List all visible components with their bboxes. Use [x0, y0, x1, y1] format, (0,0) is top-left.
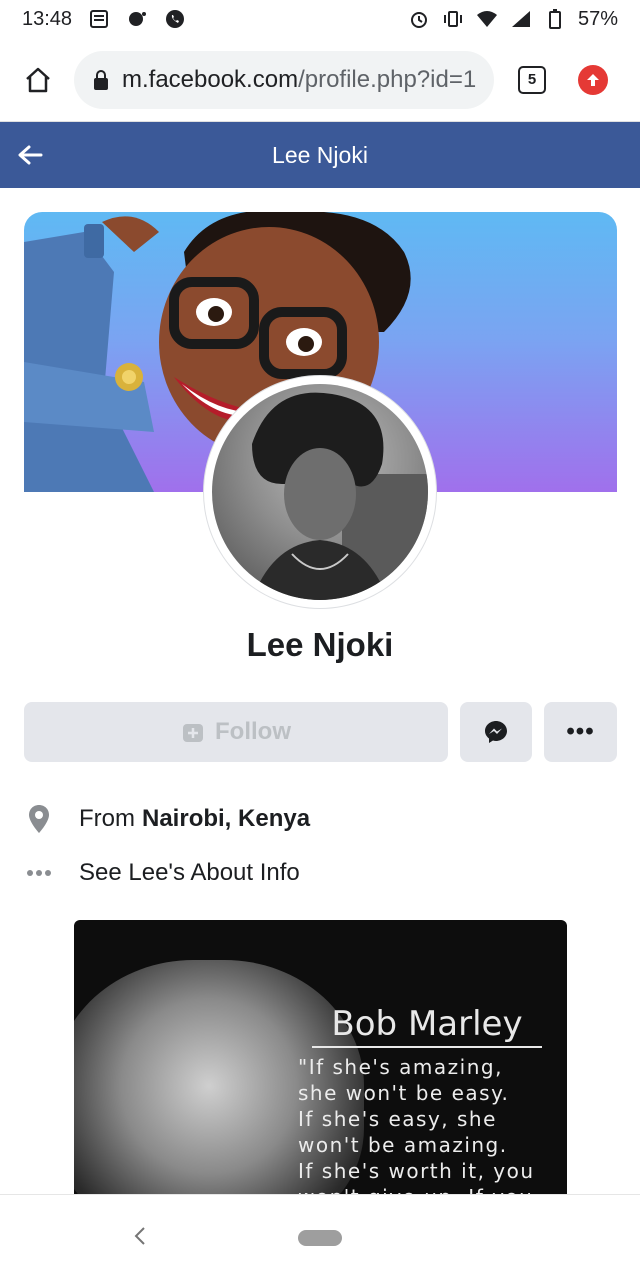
featured-photo[interactable]: Bob Marley "If she's amazing, she won't … [74, 920, 567, 1200]
news-icon [88, 8, 110, 30]
address-bar[interactable]: m.facebook.com/profile.php?id=1 [74, 50, 494, 109]
profile-photo [212, 384, 428, 600]
page-title: Lee Njoki [272, 141, 368, 168]
home-button[interactable] [16, 58, 60, 102]
nav-home-button[interactable] [298, 1229, 342, 1246]
about-info-link[interactable]: See Lee's About Info [79, 859, 300, 887]
update-button[interactable] [578, 64, 608, 95]
tab-switcher-button[interactable]: 5 [518, 65, 546, 94]
browser-toolbar: m.facebook.com/profile.php?id=1 5 [0, 38, 640, 122]
battery-icon [544, 8, 566, 30]
url-text: m.facebook.com/profile.php?id=1 [122, 66, 476, 94]
whatsapp-icon [164, 8, 186, 30]
alarm-icon [408, 8, 430, 30]
battery-percent: 57% [577, 7, 618, 30]
info-about-row[interactable]: See Lee's About Info [24, 851, 617, 895]
arrow-left-icon [18, 145, 43, 165]
wifi-icon [476, 8, 498, 30]
more-options-button[interactable]: ••• [544, 702, 617, 762]
url-host: m.facebook.com [121, 65, 299, 93]
follow-icon [183, 724, 203, 742]
quote-text: "If she's amazing, she won't be easy. If… [298, 1055, 535, 1200]
follow-label: Follow [215, 718, 291, 745]
profile-picture[interactable] [204, 376, 436, 608]
follow-button[interactable]: Follow [24, 702, 448, 762]
profile-actions: Follow ••• [24, 702, 617, 762]
system-nav-bar [0, 1194, 640, 1280]
info-from-prefix: From [79, 805, 135, 832]
status-bar: 13:48 57% [0, 0, 640, 38]
back-button[interactable] [0, 122, 60, 188]
vibrate-icon [442, 8, 464, 30]
message-button[interactable] [460, 702, 532, 762]
page-header: Lee Njoki [0, 122, 640, 188]
status-time: 13:48 [22, 7, 73, 30]
profile-name: Lee Njoki [246, 626, 394, 663]
more-dots-icon [24, 858, 54, 888]
arrow-up-icon [587, 73, 599, 86]
home-icon [26, 67, 50, 92]
location-pin-icon [24, 804, 54, 834]
nav-back-button[interactable] [128, 1221, 152, 1251]
url-path: /profile.php?id=1 [298, 65, 476, 93]
info-from-place[interactable]: Nairobi, Kenya [142, 805, 310, 833]
chevron-left-icon [134, 1227, 145, 1245]
lock-icon [93, 69, 108, 90]
quote-title: Bob Marley [312, 1004, 542, 1048]
signal-icon [510, 8, 532, 30]
chat-icon [126, 8, 148, 30]
messenger-icon [485, 721, 507, 743]
info-from-row: From Nairobi, Kenya [24, 797, 617, 841]
